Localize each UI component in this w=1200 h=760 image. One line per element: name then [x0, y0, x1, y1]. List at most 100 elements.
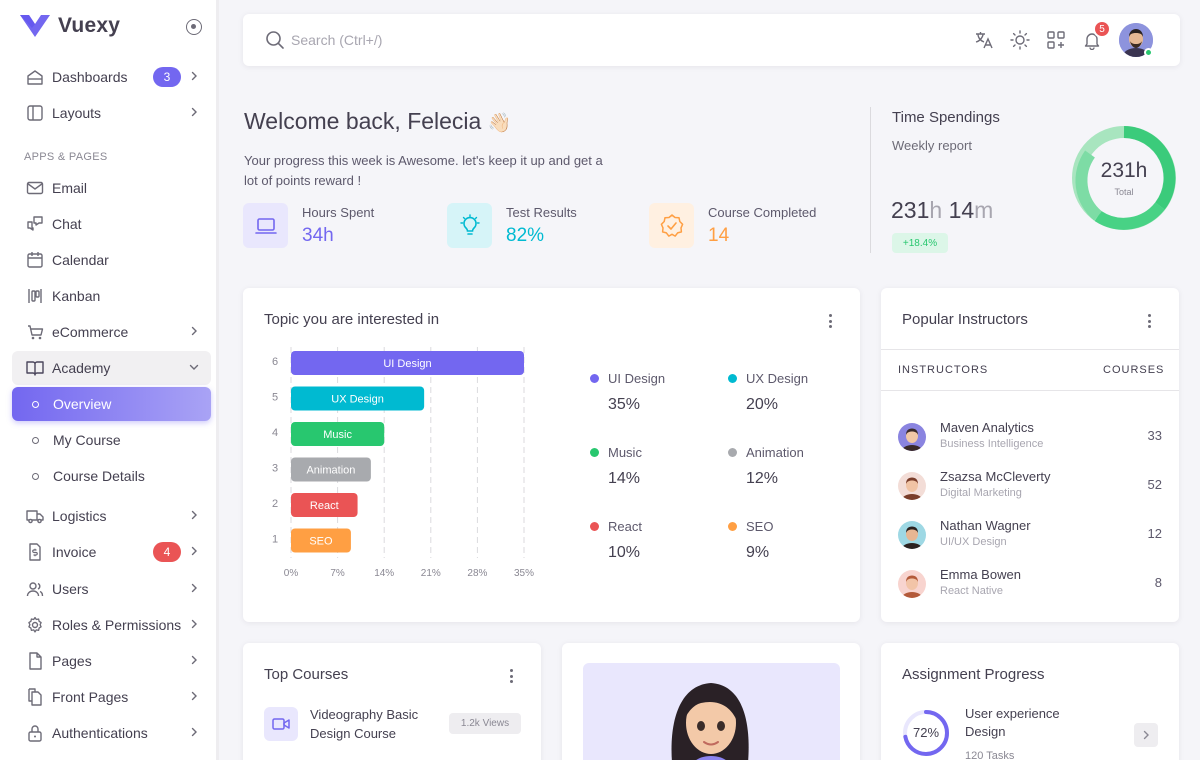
brand-logo[interactable]: Vuexy	[20, 14, 120, 38]
more-options-icon[interactable]	[1148, 314, 1152, 331]
chevron-right-icon	[191, 655, 197, 665]
legend-label: UX Design	[746, 371, 809, 386]
sidebar-item-overview[interactable]: Overview	[12, 387, 211, 421]
x-tick-label: 28%	[467, 568, 487, 579]
search-input[interactable]	[291, 28, 591, 52]
illustration-card	[562, 643, 860, 760]
y-tick-label: 5	[272, 392, 278, 404]
legend-item-animation: Animation 12%	[728, 445, 858, 488]
top-navbar: 5	[243, 14, 1180, 66]
circle-icon	[32, 472, 39, 480]
sidebar-item-roles-and-permissions[interactable]: Roles & Permissions	[12, 608, 211, 642]
instructor-name: Zsazsa McCleverty	[940, 469, 1051, 484]
sidebar-item-label: eCommerce	[52, 324, 129, 340]
cart-icon	[25, 322, 45, 342]
sidebar-item-invoice[interactable]: Invoice 4	[12, 535, 211, 569]
section-title-apps: APPS & PAGES	[24, 151, 108, 163]
instructor-row[interactable]: Emma Bowen React Native 8	[898, 567, 1164, 603]
legend-value: 10%	[608, 544, 641, 561]
illustration-banner	[583, 663, 840, 760]
topics-title: Topic you are interested in	[264, 311, 440, 328]
legend-item-ux-design: UX Design 20%	[728, 371, 858, 414]
instructor-row[interactable]: Zsazsa McCleverty Digital Marketing 52	[898, 469, 1164, 505]
chevron-right-icon	[191, 71, 197, 81]
x-tick-label: 21%	[421, 568, 441, 579]
legend-dot	[590, 374, 599, 383]
sun-icon[interactable]	[1010, 30, 1030, 50]
bar-label: Music	[323, 429, 352, 441]
sidebar-pin-toggle-icon[interactable]	[186, 19, 202, 35]
instructor-name: Emma Bowen	[940, 567, 1021, 582]
sidebar-item-users[interactable]: Users	[12, 572, 211, 606]
legend-value: 20%	[746, 396, 779, 413]
users-icon	[25, 579, 45, 599]
change-badge: +18.4%	[892, 233, 948, 253]
sidebar-item-course-details[interactable]: Course Details	[12, 459, 211, 493]
notification-count-badge: 5	[1093, 20, 1111, 38]
y-tick-label: 6	[272, 356, 278, 368]
instructor-name: Maven Analytics	[940, 420, 1034, 435]
sidebar-item-front-pages[interactable]: Front Pages	[12, 680, 211, 714]
instructor-row[interactable]: Nathan Wagner UI/UX Design 12	[898, 518, 1164, 554]
more-options-icon[interactable]	[829, 314, 833, 331]
x-tick-label: 35%	[514, 568, 534, 579]
translate-icon[interactable]	[974, 30, 994, 50]
sidebar-item-label: Dashboards	[52, 69, 128, 85]
divider	[870, 107, 871, 253]
views-badge: 1.2k Views	[449, 713, 521, 734]
sidebar-item-pages[interactable]: Pages	[12, 644, 211, 678]
top-courses-card: Top Courses Videography Basic Design Cou…	[243, 643, 541, 760]
welcome-subtitle: Your progress this week is Awesome. let'…	[244, 153, 603, 188]
instructor-avatar	[898, 423, 926, 451]
sidebar-item-logistics[interactable]: Logistics	[12, 499, 211, 533]
legend-dot	[728, 448, 737, 457]
search-icon[interactable]	[265, 30, 285, 50]
y-tick-label: 1	[272, 534, 278, 546]
sidebar-item-label: Academy	[52, 360, 111, 376]
legend-label: Animation	[746, 445, 804, 460]
bar-label: React	[310, 500, 339, 512]
apps-grid-icon[interactable]	[1046, 30, 1066, 50]
legend-label: React	[608, 519, 642, 534]
legend-dot	[728, 522, 737, 531]
sidebar-item-academy[interactable]: Academy	[12, 351, 211, 385]
chat-icon	[25, 214, 45, 234]
chevron-right-icon	[191, 619, 197, 629]
sidebar-item-label: My Course	[53, 432, 121, 448]
sidebar-item-label: Email	[52, 180, 88, 196]
girl-illustration-icon	[671, 683, 749, 760]
bar-label: Animation	[306, 465, 355, 477]
instructor-row[interactable]: Maven Analytics Business Intelligence 33	[898, 420, 1164, 456]
sidebar-item-label: Layouts	[52, 105, 102, 121]
welcome-heading: Welcome back, Felecia 👋🏻	[244, 108, 511, 135]
chevron-right-icon	[191, 510, 197, 520]
sidebar-item-my-course[interactable]: My Course	[12, 423, 211, 457]
legend-value: 35%	[608, 396, 641, 413]
chevron-right-button[interactable]	[1134, 723, 1158, 747]
sidebar-item-chat[interactable]: Chat	[12, 207, 211, 241]
sidebar-item-authentications[interactable]: Authentications	[12, 716, 211, 750]
sidebar-item-ecommerce[interactable]: eCommerce	[12, 315, 211, 349]
sidebar-item-calendar[interactable]: Calendar	[12, 243, 211, 277]
legend-item-ui-design: UI Design 35%	[590, 371, 720, 414]
y-tick-label: 3	[272, 463, 278, 475]
top-courses-title: Top Courses	[264, 666, 349, 683]
instructor-role: Business Intelligence	[940, 438, 1044, 450]
stat-label: Test Results	[506, 205, 577, 220]
ts-hours: 231	[891, 197, 930, 223]
sidebar-item-label: Course Details	[53, 468, 145, 484]
sidebar-item-layouts[interactable]: Layouts	[12, 96, 211, 130]
time-spendings-value: 231h 14m	[891, 197, 993, 224]
more-options-icon[interactable]	[510, 669, 514, 686]
sidebar-item-dashboards[interactable]: Dashboards 3	[12, 60, 211, 94]
mail-icon	[25, 178, 45, 198]
stat-hours-spent: Hours Spent 34h	[243, 203, 374, 248]
instructor-avatar-icon	[898, 570, 926, 598]
instructor-course-count: 33	[1147, 428, 1162, 443]
course-title[interactable]: Videography Basic Design Course	[310, 705, 440, 743]
sidebar-item-email[interactable]: Email	[12, 171, 211, 205]
chevron-right-icon	[191, 107, 197, 117]
stat-course-completed: Course Completed 14	[649, 203, 816, 248]
sidebar-item-kanban[interactable]: Kanban	[12, 279, 211, 313]
instructor-role: React Native	[940, 585, 1003, 597]
